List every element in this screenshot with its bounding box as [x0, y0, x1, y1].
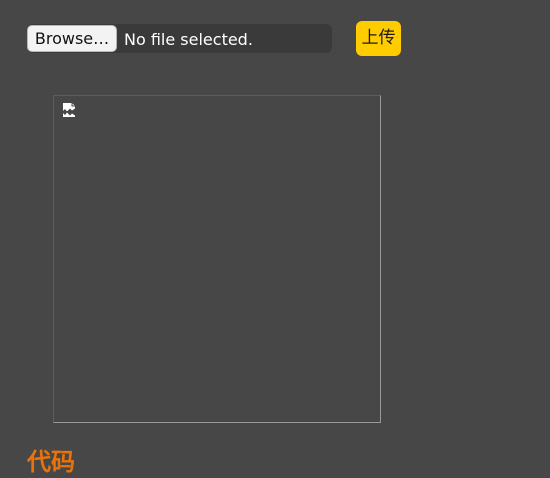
upload-button[interactable]: 上传 [356, 21, 401, 56]
section-heading: 代码 [27, 448, 75, 476]
browse-button[interactable]: Browse… [27, 25, 117, 52]
broken-image-icon [62, 102, 78, 118]
file-input[interactable]: Browse… No file selected. [27, 24, 332, 53]
file-status-text: No file selected. [124, 30, 253, 49]
image-preview [53, 95, 381, 423]
